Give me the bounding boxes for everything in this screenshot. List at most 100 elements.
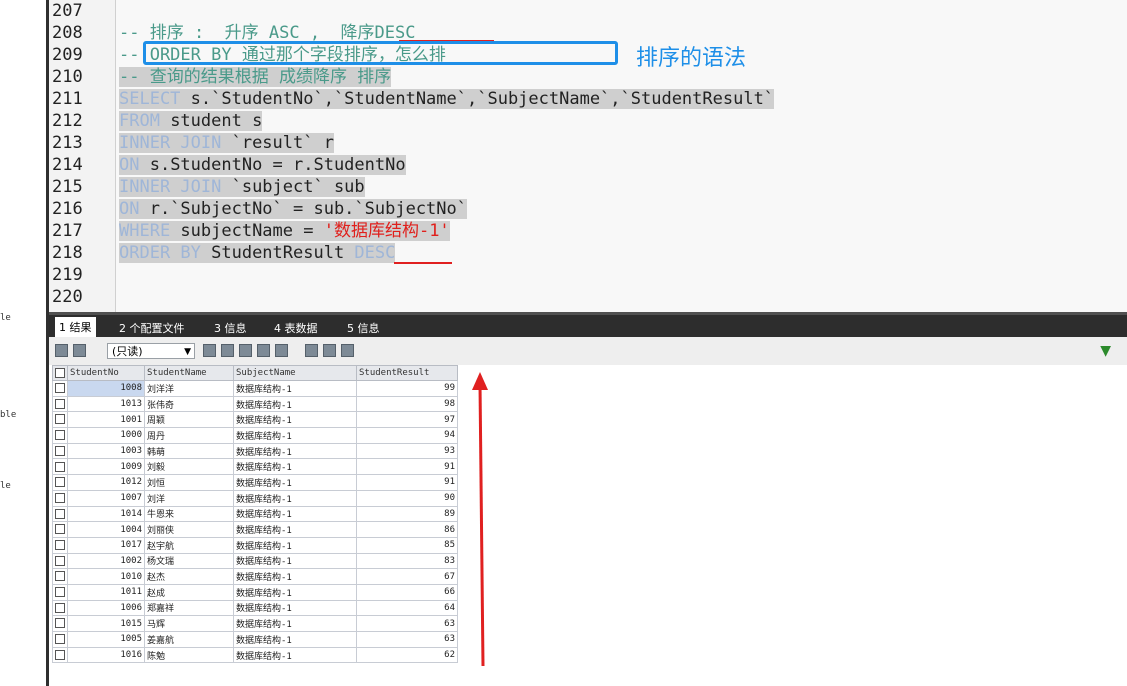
cell-student-result[interactable]: 63 (356, 631, 458, 648)
row-checkbox[interactable] (52, 474, 68, 491)
table-row[interactable]: 1002 杨文瑞 数据库结构-1 83 (52, 552, 458, 570)
cell-student-name[interactable]: 赵宇航 (144, 536, 234, 554)
cell-student-result[interactable]: 67 (356, 568, 458, 585)
row-checkbox[interactable] (52, 442, 68, 460)
table-row[interactable]: 1004 刘丽侠 数据库结构-1 86 (52, 521, 458, 538)
cell-student-name[interactable]: 刘洋洋 (144, 380, 234, 397)
cell-student-result[interactable]: 97 (356, 411, 458, 429)
header-checkbox[interactable] (52, 365, 68, 381)
table-row[interactable]: 1012 刘恒 数据库结构-1 91 (52, 474, 458, 491)
cell-student-no[interactable]: 1008 (67, 380, 145, 397)
row-checkbox[interactable] (52, 631, 68, 648)
cell-student-no[interactable]: 1003 (67, 442, 145, 460)
cell-student-no[interactable]: 1014 (67, 505, 145, 523)
cell-subject-name[interactable]: 数据库结构-1 (233, 521, 357, 538)
cell-subject-name[interactable]: 数据库结构-1 (233, 411, 357, 429)
cell-student-no[interactable]: 1001 (67, 411, 145, 429)
cell-student-no[interactable]: 1012 (67, 474, 145, 491)
cell-student-no[interactable]: 1011 (67, 583, 145, 601)
cell-student-result[interactable]: 66 (356, 583, 458, 601)
cell-student-result[interactable]: 83 (356, 552, 458, 570)
cell-student-result[interactable]: 85 (356, 536, 458, 554)
row-checkbox[interactable] (52, 505, 68, 523)
row-checkbox[interactable] (52, 380, 68, 397)
cell-subject-name[interactable]: 数据库结构-1 (233, 489, 357, 507)
row-checkbox[interactable] (52, 395, 68, 413)
readonly-select[interactable]: (只读) ▼ (107, 343, 195, 359)
table-row[interactable]: 1011 赵成 数据库结构-1 66 (52, 583, 458, 601)
cell-student-no[interactable]: 1013 (67, 395, 145, 413)
text-view-icon[interactable] (341, 344, 354, 357)
cell-student-name[interactable]: 陈勉 (144, 646, 234, 664)
tab-results[interactable]: 1 结果 (55, 317, 96, 337)
row-checkbox[interactable] (52, 458, 68, 476)
grid-view-icon[interactable] (305, 344, 318, 357)
cell-student-result[interactable]: 99 (356, 380, 458, 397)
cell-student-result[interactable]: 93 (356, 442, 458, 460)
table-row[interactable]: 1017 赵宇航 数据库结构-1 85 (52, 536, 458, 554)
cell-subject-name[interactable]: 数据库结构-1 (233, 646, 357, 664)
table-row[interactable]: 1000 周丹 数据库结构-1 94 (52, 427, 458, 444)
copy-row-icon[interactable] (203, 344, 216, 357)
row-checkbox[interactable] (52, 489, 68, 507)
table-row[interactable]: 1013 张伟奇 数据库结构-1 98 (52, 395, 458, 413)
cell-subject-name[interactable]: 数据库结构-1 (233, 474, 357, 491)
cell-student-no[interactable]: 1005 (67, 631, 145, 648)
cell-subject-name[interactable]: 数据库结构-1 (233, 395, 357, 413)
table-row[interactable]: 1007 刘洋 数据库结构-1 90 (52, 489, 458, 507)
cell-subject-name[interactable]: 数据库结构-1 (233, 552, 357, 570)
column-header[interactable]: StudentNo (67, 365, 145, 381)
cell-subject-name[interactable]: 数据库结构-1 (233, 568, 357, 585)
row-checkbox[interactable] (52, 552, 68, 570)
cell-student-result[interactable]: 98 (356, 395, 458, 413)
cell-student-result[interactable]: 94 (356, 427, 458, 444)
save-icon[interactable] (239, 344, 252, 357)
cell-student-name[interactable]: 周丹 (144, 427, 234, 444)
table-row[interactable]: 1009 刘毅 数据库结构-1 91 (52, 458, 458, 476)
refresh-icon[interactable] (275, 344, 288, 357)
cell-subject-name[interactable]: 数据库结构-1 (233, 505, 357, 523)
row-checkbox[interactable] (52, 521, 68, 538)
tab-profiles[interactable]: 2 个配置文件 (119, 320, 185, 336)
export-icon[interactable] (73, 344, 86, 357)
form-view-icon[interactable] (323, 344, 336, 357)
row-checkbox[interactable] (52, 646, 68, 664)
cell-student-name[interactable]: 姜嘉航 (144, 631, 234, 648)
column-header[interactable]: SubjectName (233, 365, 357, 381)
cell-subject-name[interactable]: 数据库结构-1 (233, 599, 357, 617)
table-row[interactable]: 1015 马辉 数据库结构-1 63 (52, 615, 458, 632)
duplicate-icon[interactable] (221, 344, 234, 357)
row-checkbox[interactable] (52, 599, 68, 617)
cell-student-result[interactable]: 62 (356, 646, 458, 664)
table-row[interactable]: 1008 刘洋洋 数据库结构-1 99 (52, 380, 458, 397)
row-checkbox[interactable] (52, 427, 68, 444)
cell-student-name[interactable]: 韩萌 (144, 442, 234, 460)
cell-student-name[interactable]: 郑嘉祥 (144, 599, 234, 617)
cell-student-no[interactable]: 1016 (67, 646, 145, 664)
cell-student-no[interactable]: 1010 (67, 568, 145, 585)
cell-student-result[interactable]: 89 (356, 505, 458, 523)
cell-student-no[interactable]: 1009 (67, 458, 145, 476)
cell-student-result[interactable]: 91 (356, 474, 458, 491)
column-header[interactable]: StudentName (144, 365, 234, 381)
row-checkbox[interactable] (52, 536, 68, 554)
filter-icon[interactable]: ▼ (1100, 343, 1111, 359)
table-row[interactable]: 1006 郑嘉祥 数据库结构-1 64 (52, 599, 458, 617)
table-row[interactable]: 1003 韩萌 数据库结构-1 93 (52, 442, 458, 460)
grid-mode-icon[interactable] (55, 344, 68, 357)
cell-student-name[interactable]: 周颖 (144, 411, 234, 429)
cell-subject-name[interactable]: 数据库结构-1 (233, 536, 357, 554)
cell-student-no[interactable]: 1006 (67, 599, 145, 617)
cell-student-result[interactable]: 63 (356, 615, 458, 632)
row-checkbox[interactable] (52, 411, 68, 429)
cell-student-no[interactable]: 1015 (67, 615, 145, 632)
cell-student-no[interactable]: 1004 (67, 521, 145, 538)
cell-subject-name[interactable]: 数据库结构-1 (233, 615, 357, 632)
table-row[interactable]: 1014 牛恩来 数据库结构-1 89 (52, 505, 458, 523)
cell-subject-name[interactable]: 数据库结构-1 (233, 380, 357, 397)
tab-table-data[interactable]: 4 表数据 (274, 320, 318, 336)
cell-student-no[interactable]: 1007 (67, 489, 145, 507)
row-checkbox[interactable] (52, 615, 68, 632)
cell-student-name[interactable]: 刘洋 (144, 489, 234, 507)
cell-student-name[interactable]: 刘恒 (144, 474, 234, 491)
